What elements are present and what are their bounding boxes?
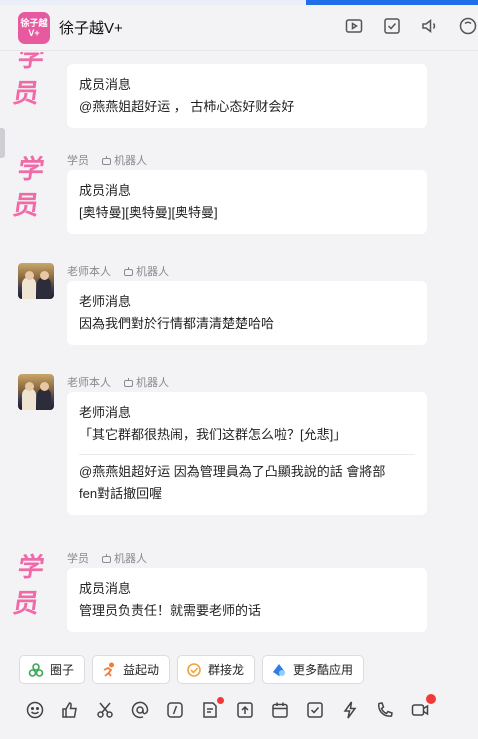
message-text: @燕燕姐超好运 ， 古柿心态好财会好	[79, 99, 295, 114]
robot-icon	[124, 266, 133, 276]
chip-label: 更多酷应用	[293, 663, 354, 677]
sender-row: 学员 机器人	[67, 550, 147, 566]
sender-row: 老师本人 机器人	[67, 263, 169, 279]
sender-row: 老师本人 机器人	[67, 374, 169, 390]
robot-icon	[102, 553, 111, 563]
message-type-label: 老师消息	[79, 405, 132, 420]
doc-icon[interactable]	[200, 697, 224, 720]
like-icon[interactable]	[60, 700, 80, 720]
teacher-avatar[interactable]	[18, 374, 54, 410]
chip-run[interactable]: 益起动	[92, 655, 171, 684]
robot-label: 机器人	[114, 155, 147, 167]
slash-icon[interactable]	[165, 700, 185, 720]
apps-icon	[273, 663, 286, 676]
message-text: 因為我們對於行情都清清楚楚哈哈	[79, 316, 275, 331]
calendar-icon[interactable]	[270, 700, 290, 720]
chip-label: 圈子	[50, 663, 75, 677]
message-type-label: 成员消息	[79, 183, 132, 198]
todo-icon[interactable]	[305, 700, 325, 720]
message-type-label: 老师消息	[79, 294, 132, 309]
notification-dot	[217, 697, 224, 704]
scissors-icon[interactable]	[95, 700, 115, 720]
teacher-avatar[interactable]	[18, 263, 54, 299]
message-type-label: 成员消息	[79, 581, 132, 596]
ding-icon[interactable]	[340, 700, 360, 720]
chip-apps[interactable]: 更多酷应用	[262, 655, 365, 684]
relay-icon	[187, 662, 201, 677]
message-type-label: 成员消息	[79, 77, 132, 92]
robot-label: 机器人	[136, 377, 169, 389]
speaker-icon[interactable]	[420, 16, 440, 36]
chat-messages[interactable]: 学员 成员消息 @燕燕姐超好运 ， 古柿心态好财会好 学员 学员 机器人 成员消…	[0, 52, 478, 648]
emoji-icon[interactable]	[25, 700, 45, 720]
robot-badge: 机器人	[101, 550, 147, 566]
sender-row: 学员 机器人	[67, 152, 147, 168]
upload-icon[interactable]	[235, 700, 255, 720]
robot-badge: 机器人	[123, 263, 169, 279]
quick-app-bar: 圈子 益起动 群接龙 更多酷应用	[19, 655, 365, 684]
notification-badge	[426, 694, 436, 704]
message-text: @燕燕姐超好运 因為管理員為了凸顯我說的話 會將部	[79, 464, 386, 479]
message-bubble[interactable]: 成员消息 @燕燕姐超好运 ， 古柿心态好财会好	[67, 64, 427, 128]
chat-header: 徐子越 V+ 徐子越V+	[0, 5, 478, 51]
group-avatar[interactable]: 徐子越 V+	[18, 11, 50, 44]
student-avatar[interactable]: 学员	[11, 52, 56, 109]
sender-name[interactable]: 学员	[67, 152, 89, 168]
robot-label: 机器人	[136, 266, 169, 278]
phone-icon[interactable]	[375, 700, 395, 720]
video-icon[interactable]	[410, 694, 436, 720]
group-avatar-text: 徐子越	[20, 17, 48, 28]
message-text: 管理员负责任！就需要老师的话	[79, 603, 262, 618]
run-icon	[103, 661, 115, 677]
chip-label: 群接龙	[208, 663, 245, 677]
student-avatar[interactable]: 学员	[11, 550, 56, 619]
quote-divider	[79, 454, 415, 455]
at-icon[interactable]	[130, 700, 150, 720]
robot-label: 机器人	[114, 553, 147, 565]
chip-relay[interactable]: 群接龙	[177, 655, 256, 684]
sender-name[interactable]: 老师本人	[67, 374, 111, 390]
input-toolbar	[25, 694, 436, 720]
message-bubble[interactable]: 老师消息 因為我們對於行情都清清楚楚哈哈	[67, 281, 427, 345]
message-bubble[interactable]: 成员消息 管理员负责任！就需要老师的话	[67, 568, 427, 632]
chat-title[interactable]: 徐子越V+	[59, 17, 123, 38]
group-avatar-subtext: V+	[28, 27, 40, 38]
message-bubble[interactable]: 成员消息 [奥特曼][奥特曼][奥特曼]	[67, 170, 427, 234]
header-actions	[344, 16, 478, 36]
message-text: fen對話撤回喔	[79, 486, 163, 501]
message-bubble[interactable]: 老师消息 「其它群都很热闹，我们这群怎么啦？[允悲]」 @燕燕姐超好运 因為管理…	[67, 392, 427, 515]
screen-share-icon[interactable]	[344, 16, 364, 36]
more-icon[interactable]	[458, 16, 478, 36]
sender-name[interactable]: 老师本人	[67, 263, 111, 279]
robot-badge: 机器人	[123, 374, 169, 390]
robot-badge: 机器人	[101, 152, 147, 168]
robot-icon	[124, 377, 133, 387]
circle-group-icon	[28, 662, 44, 677]
student-avatar[interactable]: 学员	[11, 152, 56, 221]
robot-icon	[102, 155, 111, 165]
message-text: [奥特曼][奥特曼][奥特曼]	[79, 205, 218, 220]
checkbox-icon[interactable]	[382, 16, 402, 36]
sender-name[interactable]: 学员	[67, 550, 89, 566]
chip-label: 益起动	[123, 663, 160, 677]
chip-circle[interactable]: 圈子	[19, 655, 86, 684]
quoted-text: 「其它群都很热闹，我们这群怎么啦？[允悲]」	[79, 427, 347, 442]
